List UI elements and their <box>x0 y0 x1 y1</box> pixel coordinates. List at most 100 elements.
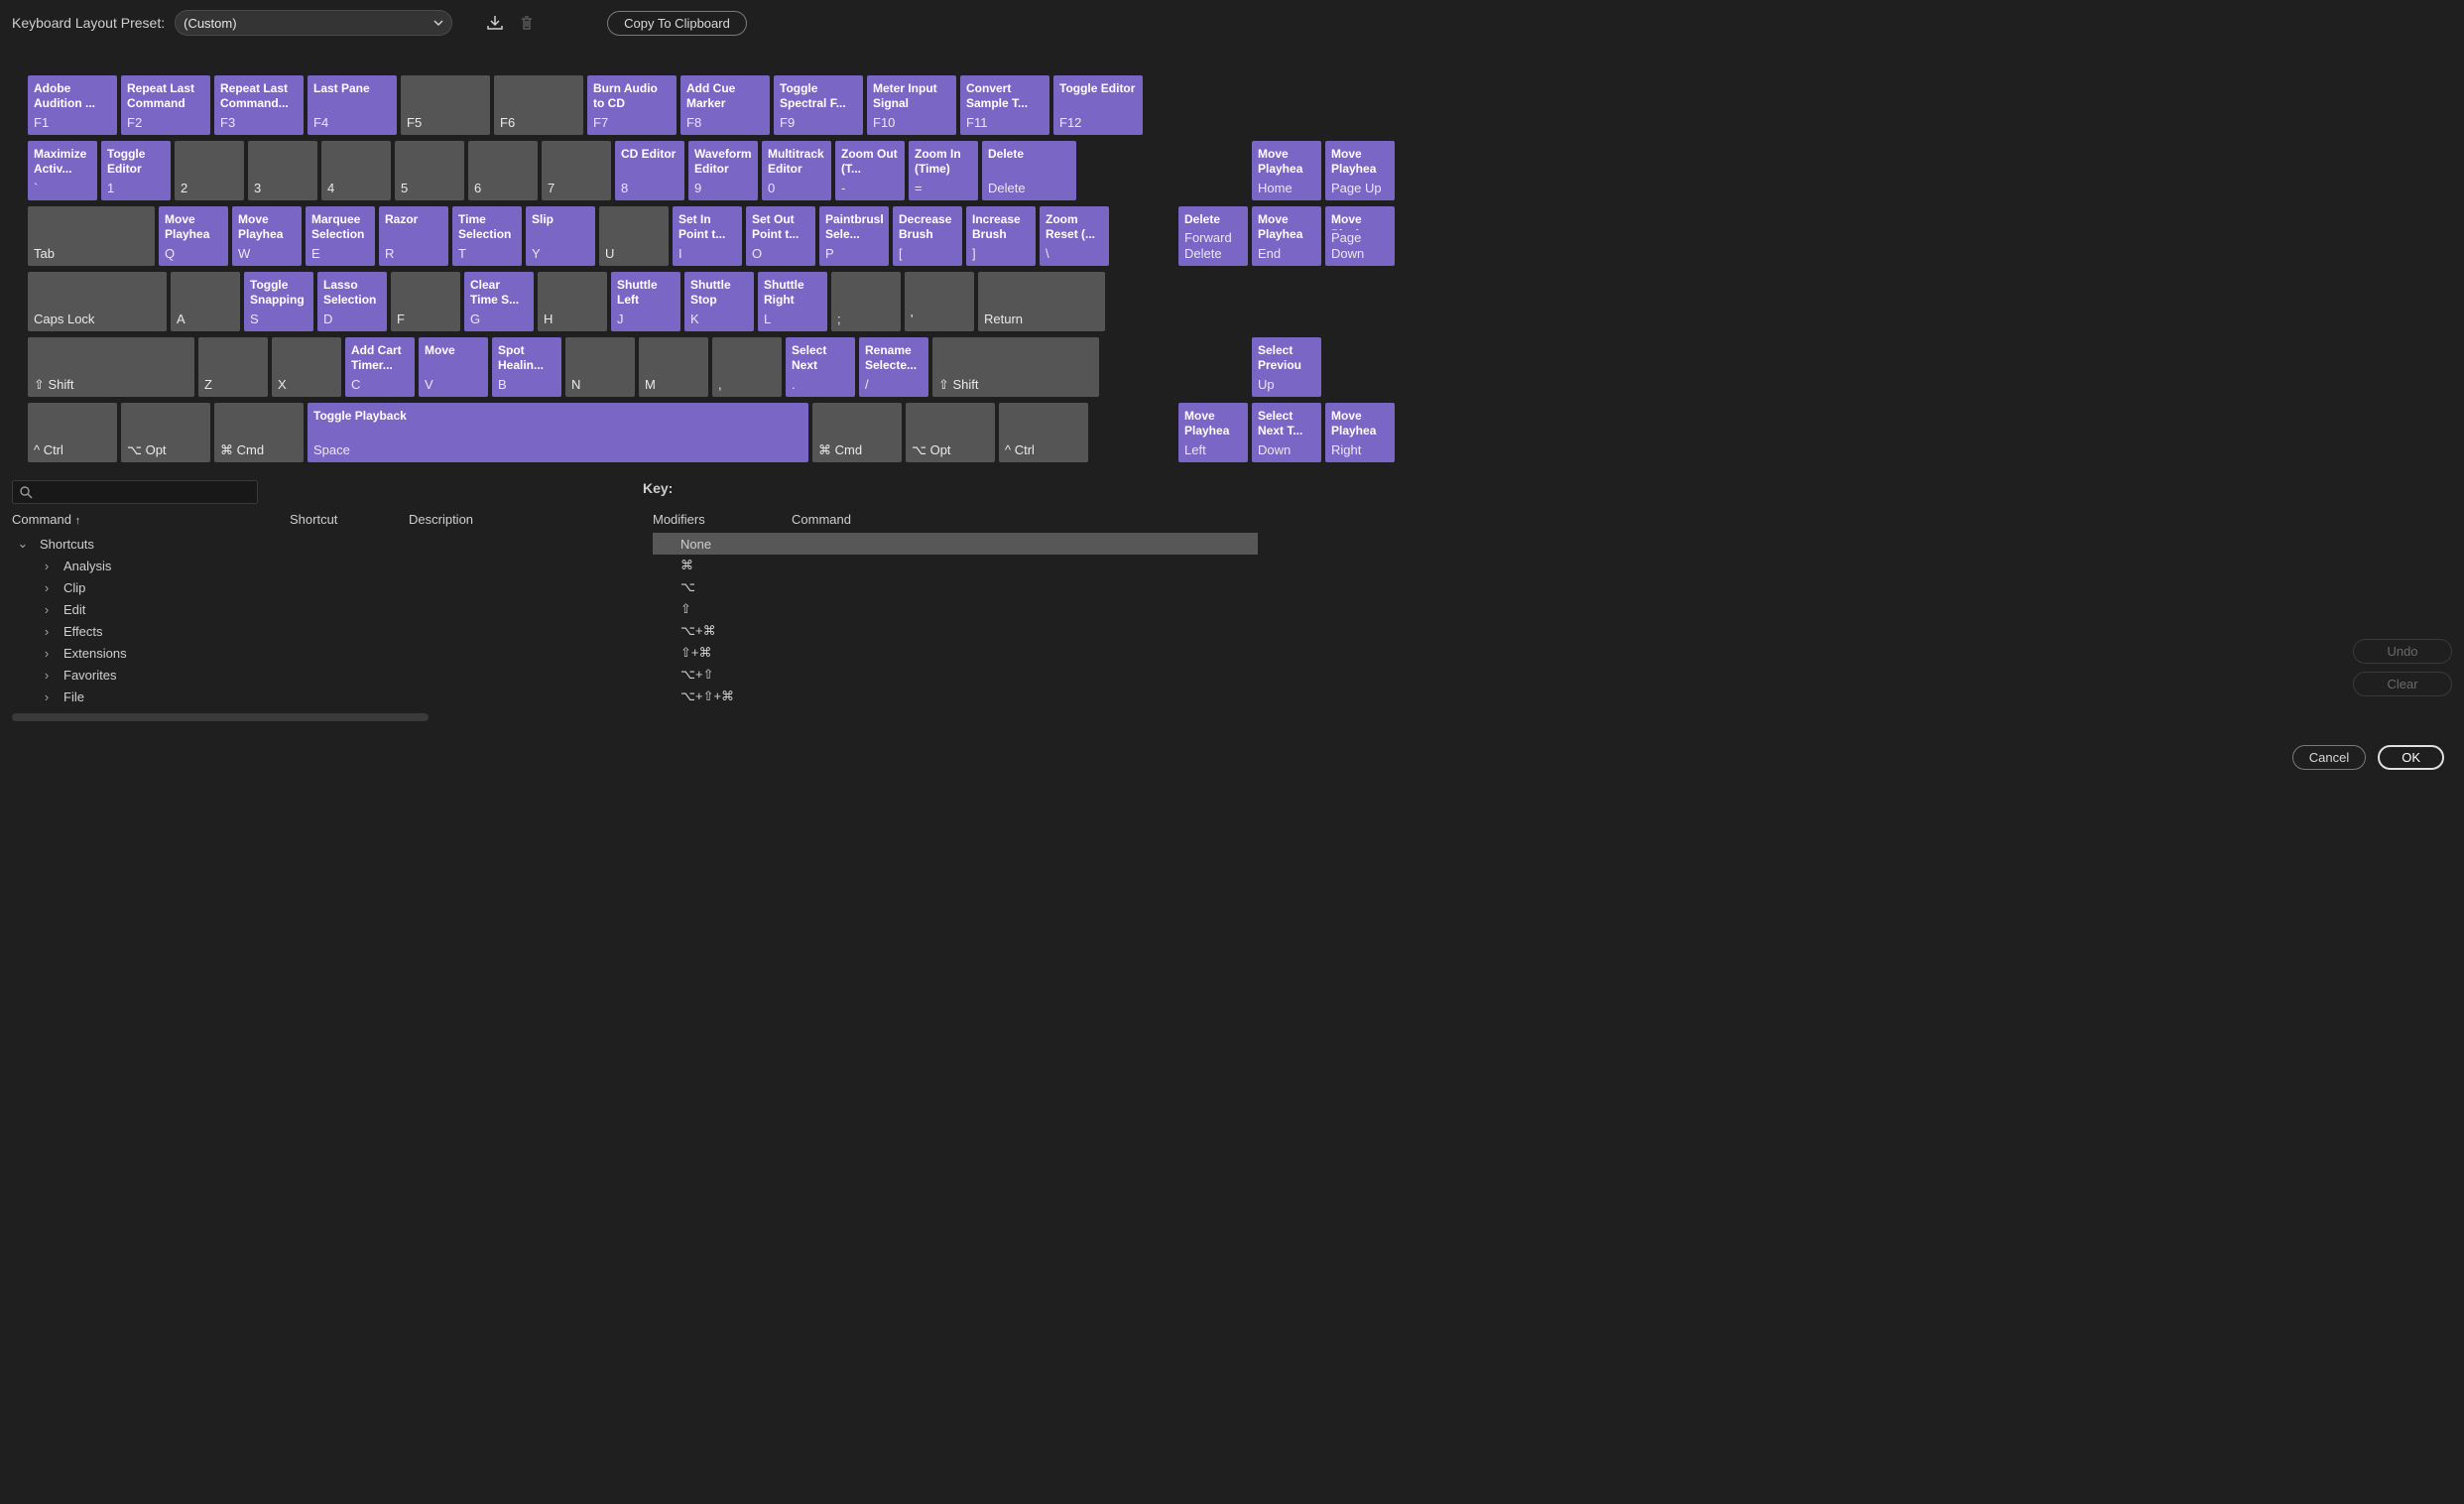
ok-button[interactable]: OK <box>2378 745 2444 770</box>
key-left[interactable]: Move PlayheaLeft <box>1178 403 1248 462</box>
key-f6[interactable]: F6 <box>494 75 583 135</box>
modifiers-list[interactable]: None⌘⌥⇧⌥+⌘⇧+⌘⌥+⇧⌥+⇧+⌘^^+⌘ <box>653 533 1258 709</box>
key-o[interactable]: Set Out Point t...O <box>746 206 815 266</box>
key-4[interactable]: 4 <box>321 141 391 200</box>
key--[interactable]: Increase Brush] <box>966 206 1036 266</box>
key-n[interactable]: N <box>565 337 635 397</box>
key-f9[interactable]: Toggle Spectral F...F9 <box>774 75 863 135</box>
key--ctrl[interactable]: ^ Ctrl <box>28 403 117 462</box>
key-b[interactable]: Spot Healin...B <box>492 337 561 397</box>
key-f8[interactable]: Add Cue MarkerF8 <box>680 75 770 135</box>
key--[interactable]: ; <box>831 272 901 331</box>
key-h[interactable]: H <box>538 272 607 331</box>
modifier-row[interactable]: ⌥+⇧ <box>653 664 1258 686</box>
modifier-row[interactable]: ⌘ <box>653 555 1258 576</box>
key-3[interactable]: 3 <box>248 141 317 200</box>
key-q[interactable]: Move PlayheaQ <box>159 206 228 266</box>
key-f1[interactable]: Adobe Audition ...F1 <box>28 75 117 135</box>
key-right[interactable]: Move PlayheaRight <box>1325 403 1395 462</box>
key-k[interactable]: Shuttle StopK <box>684 272 754 331</box>
key-2[interactable]: 2 <box>175 141 244 200</box>
key--[interactable]: Zoom Reset (...\ <box>1040 206 1109 266</box>
key--opt[interactable]: ⌥ Opt <box>121 403 210 462</box>
key-z[interactable]: Z <box>198 337 268 397</box>
key-up[interactable]: Select PreviouUp <box>1252 337 1321 397</box>
modifier-row[interactable]: ⌥ <box>653 576 1258 598</box>
key--shift[interactable]: ⇧ Shift <box>932 337 1099 397</box>
key-f5[interactable]: F5 <box>401 75 490 135</box>
key-f4[interactable]: Last PaneF4 <box>308 75 397 135</box>
key-down[interactable]: Select Next T...Down <box>1252 403 1321 462</box>
key--ctrl[interactable]: ^ Ctrl <box>999 403 1088 462</box>
tree-row[interactable]: ›Favorites <box>12 664 627 686</box>
modifier-row[interactable]: ⇧+⌘ <box>653 642 1258 664</box>
key-f10[interactable]: Meter Input SignalF10 <box>867 75 956 135</box>
key--[interactable]: Select Next. <box>786 337 855 397</box>
key-g[interactable]: Clear Time S...G <box>464 272 534 331</box>
key-0[interactable]: Multitrack Editor0 <box>762 141 831 200</box>
tree-row[interactable]: ⌄Shortcuts <box>12 533 627 555</box>
key-v[interactable]: MoveV <box>419 337 488 397</box>
key-m[interactable]: M <box>639 337 708 397</box>
key-a[interactable]: A <box>171 272 240 331</box>
tree-row[interactable]: ›Help <box>12 707 627 709</box>
key-delete[interactable]: DeleteDelete <box>982 141 1076 200</box>
key--[interactable]: , <box>712 337 782 397</box>
horizontal-scrollbar[interactable] <box>12 713 429 721</box>
key-home[interactable]: Move PlayheaHome <box>1252 141 1321 200</box>
key--opt[interactable]: ⌥ Opt <box>906 403 995 462</box>
key-caps-lock[interactable]: Caps Lock <box>28 272 167 331</box>
key-f11[interactable]: Convert Sample T...F11 <box>960 75 1049 135</box>
key-i[interactable]: Set In Point t...I <box>673 206 742 266</box>
col-r-command[interactable]: Command <box>792 512 851 527</box>
key-page-down[interactable]: Move PlayheaPage Down <box>1325 206 1395 266</box>
search-input[interactable] <box>12 480 258 504</box>
key-d[interactable]: Lasso SelectionD <box>317 272 387 331</box>
key-1[interactable]: Toggle Editor1 <box>101 141 171 200</box>
col-command[interactable]: Command ↑ <box>12 512 290 527</box>
key-f3[interactable]: Repeat Last Command...F3 <box>214 75 304 135</box>
key-tab[interactable]: Tab <box>28 206 155 266</box>
key-j[interactable]: Shuttle LeftJ <box>611 272 680 331</box>
tree-row[interactable]: ›Extensions <box>12 642 627 664</box>
preset-select[interactable]: (Custom) <box>175 10 452 36</box>
key-page-up[interactable]: Move PlayheaPage Up <box>1325 141 1395 200</box>
key-f7[interactable]: Burn Audio to CDF7 <box>587 75 677 135</box>
key-5[interactable]: 5 <box>395 141 464 200</box>
modifier-row[interactable]: ^ <box>653 707 1258 709</box>
key-8[interactable]: CD Editor8 <box>615 141 684 200</box>
key-l[interactable]: Shuttle RightL <box>758 272 827 331</box>
key--[interactable]: Zoom Out (T...- <box>835 141 905 200</box>
key-r[interactable]: RazorR <box>379 206 448 266</box>
key-7[interactable]: 7 <box>542 141 611 200</box>
key-s[interactable]: Toggle SnappingS <box>244 272 313 331</box>
key--[interactable]: Rename Selecte.../ <box>859 337 928 397</box>
key-return[interactable]: Return <box>978 272 1105 331</box>
key-e[interactable]: Marquee SelectionE <box>306 206 375 266</box>
key--[interactable]: Maximize Activ...` <box>28 141 97 200</box>
key--[interactable]: Zoom In (Time)= <box>909 141 978 200</box>
key-6[interactable]: 6 <box>468 141 538 200</box>
tree-row[interactable]: ›File <box>12 686 627 707</box>
key-c[interactable]: Add Cart Timer...C <box>345 337 415 397</box>
modifier-row[interactable]: ⌥+⌘ <box>653 620 1258 642</box>
key--cmd[interactable]: ⌘ Cmd <box>214 403 304 462</box>
key-w[interactable]: Move PlayheaW <box>232 206 302 266</box>
command-tree[interactable]: ⌄Shortcuts›Analysis›Clip›Edit›Effects›Ex… <box>12 533 627 709</box>
key--shift[interactable]: ⇧ Shift <box>28 337 194 397</box>
save-icon[interactable] <box>484 12 506 34</box>
key-space[interactable]: Toggle PlaybackSpace <box>308 403 808 462</box>
key-y[interactable]: SlipY <box>526 206 595 266</box>
key-t[interactable]: Time SelectionT <box>452 206 522 266</box>
key-9[interactable]: Waveform Editor9 <box>688 141 758 200</box>
key--[interactable]: ' <box>905 272 974 331</box>
tree-row[interactable]: ›Edit <box>12 598 627 620</box>
copy-to-clipboard-button[interactable]: Copy To Clipboard <box>607 11 747 36</box>
col-modifiers[interactable]: Modifiers <box>653 512 792 527</box>
key-f[interactable]: F <box>391 272 460 331</box>
tree-row[interactable]: ›Effects <box>12 620 627 642</box>
key-u[interactable]: U <box>599 206 669 266</box>
key-end[interactable]: Move PlayheaEnd <box>1252 206 1321 266</box>
tree-row[interactable]: ›Clip <box>12 576 627 598</box>
key-p[interactable]: Paintbrush Sele...P <box>819 206 889 266</box>
